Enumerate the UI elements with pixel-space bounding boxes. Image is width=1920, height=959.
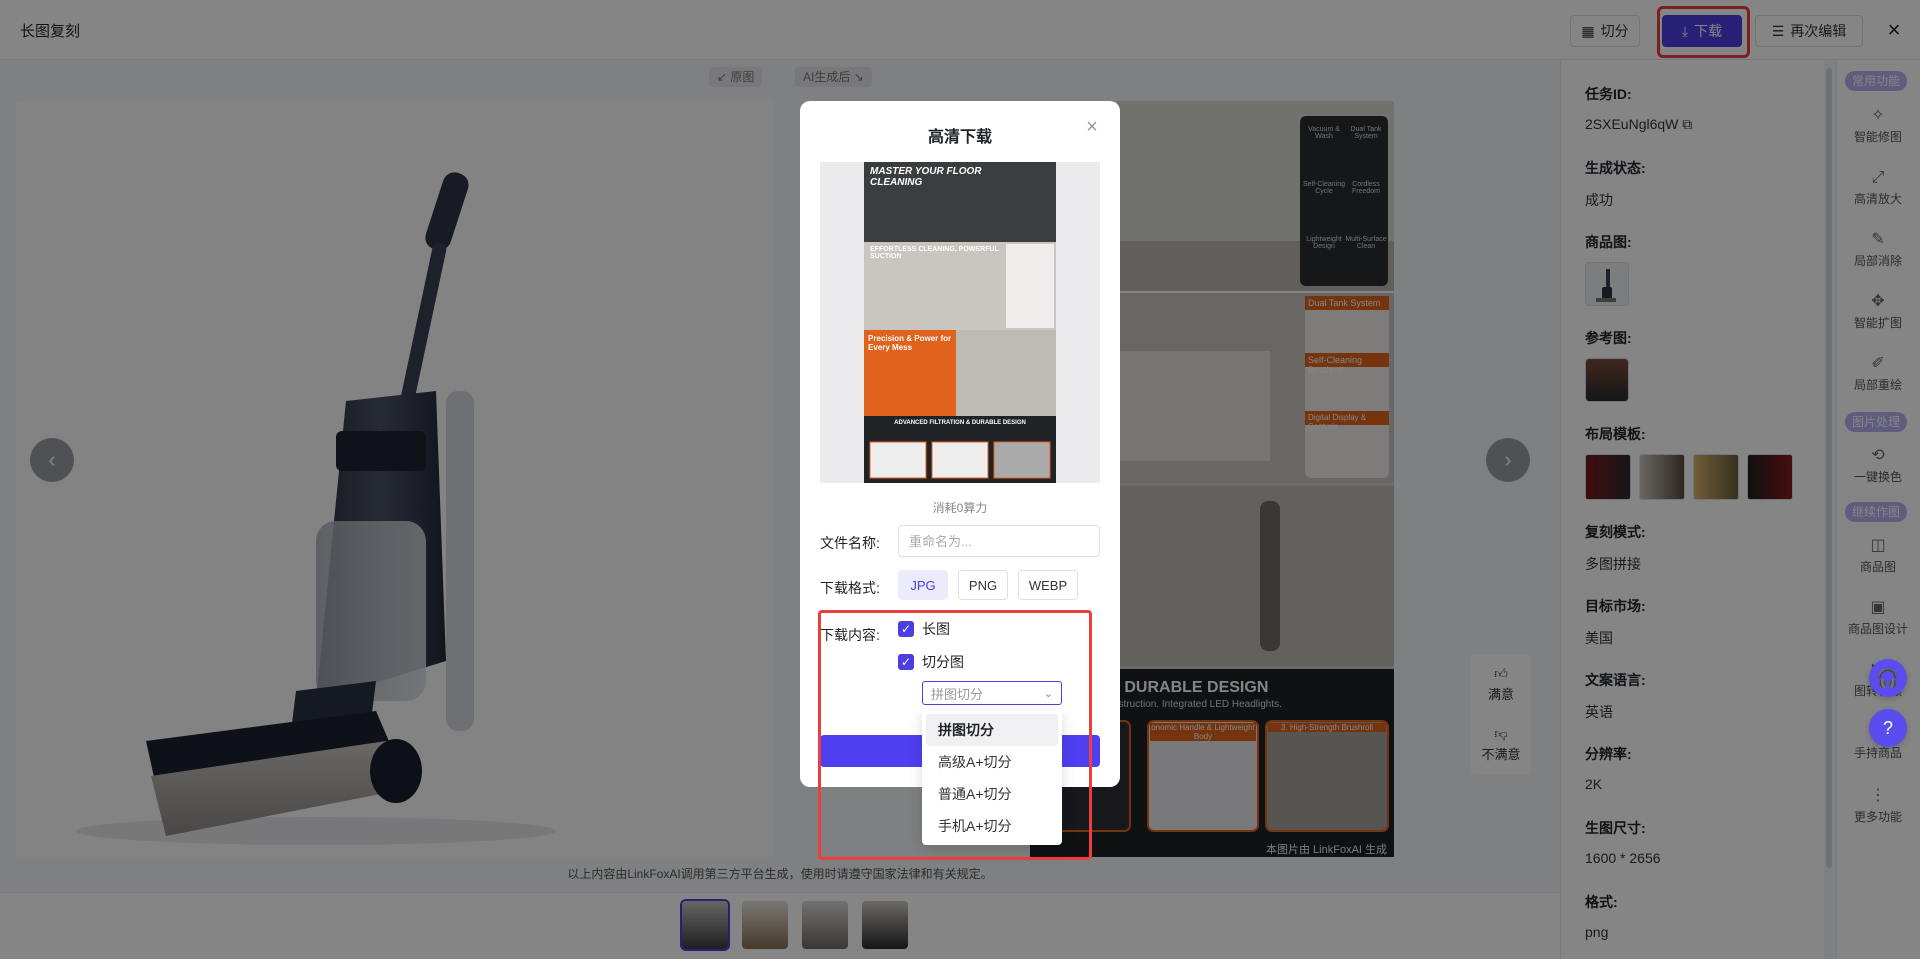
help-icon: ? bbox=[1882, 717, 1893, 738]
dropdown-option-mobile-aplus[interactable]: 手机A+切分 bbox=[926, 810, 1058, 842]
chevron-down-icon: ⌄ bbox=[1043, 687, 1053, 700]
long-image-label: 长图 bbox=[922, 621, 950, 637]
headset-icon: 🎧 bbox=[1876, 667, 1900, 688]
format-png-button[interactable]: PNG bbox=[958, 570, 1008, 600]
preview-section-2: EFFORTLESS CLEANING, POWERFUL SUCTION bbox=[870, 246, 999, 260]
cost-text: 消耗0算力 bbox=[932, 501, 988, 515]
hd-download-modal: 高清下载 × MASTER YOUR FLOOR CLEANING EFFORT… bbox=[800, 101, 1120, 787]
preview-illustration bbox=[820, 162, 1100, 483]
split-image-checkbox[interactable]: ✓ 切分图 bbox=[898, 652, 964, 672]
preview-section-3: Precision & Power for Every Mess bbox=[868, 334, 952, 352]
filename-input[interactable] bbox=[898, 525, 1100, 557]
long-image-checkbox[interactable]: ✓ 长图 bbox=[898, 619, 950, 639]
split-image-label: 切分图 bbox=[922, 654, 964, 670]
split-mode-dropdown: 拼图切分 高级A+切分 普通A+切分 手机A+切分 bbox=[922, 710, 1062, 845]
format-jpg-button[interactable]: JPG bbox=[898, 570, 948, 600]
preview-section-4: ADVANCED FILTRATION & DURABLE DESIGN bbox=[894, 420, 1026, 426]
support-button[interactable]: 🎧 bbox=[1869, 659, 1907, 697]
help-button[interactable]: ? bbox=[1869, 709, 1907, 747]
check-icon: ✓ bbox=[898, 654, 914, 670]
download-preview: MASTER YOUR FLOOR CLEANING EFFORTLESS CL… bbox=[820, 162, 1100, 483]
modal-close-icon[interactable]: × bbox=[1082, 117, 1102, 137]
check-icon: ✓ bbox=[898, 621, 914, 637]
split-mode-select[interactable]: 拼图切分 ⌄ bbox=[922, 681, 1062, 705]
dropdown-option-normal-aplus[interactable]: 普通A+切分 bbox=[926, 778, 1058, 810]
split-mode-value: 拼图切分 bbox=[931, 686, 984, 702]
format-label: 下载格式: bbox=[820, 580, 880, 596]
preview-headline: MASTER YOUR FLOOR CLEANING bbox=[870, 166, 982, 188]
format-webp-button[interactable]: WEBP bbox=[1018, 570, 1078, 600]
content-label: 下载内容: bbox=[820, 627, 880, 643]
modal-title: 高清下载 bbox=[927, 129, 992, 146]
filename-label: 文件名称: bbox=[820, 535, 880, 551]
dropdown-option-puzzle-split[interactable]: 拼图切分 bbox=[926, 714, 1058, 746]
dropdown-option-premium-aplus[interactable]: 高级A+切分 bbox=[926, 746, 1058, 778]
